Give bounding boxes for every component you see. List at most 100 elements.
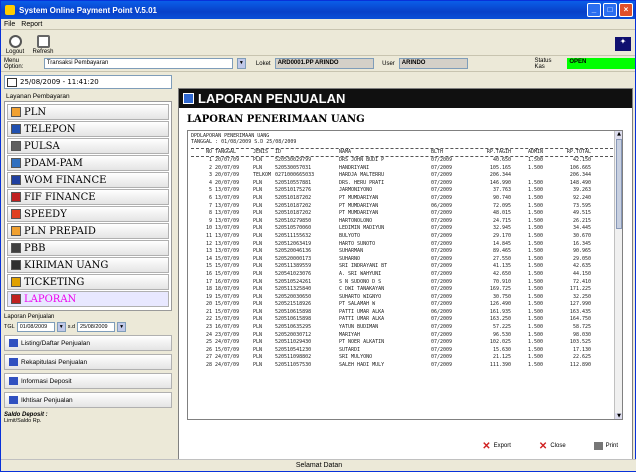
date-from-dropdown-icon[interactable]: ▼ [56, 322, 66, 332]
table-cell: PT MUMDARIYAN [339, 202, 379, 209]
layanan-title: Layanan Pembayaran [6, 93, 70, 100]
table-cell: 146.990 [489, 179, 511, 186]
sidebar-item-laporan[interactable]: LAPORAN [7, 291, 169, 307]
table-cell: 1.500 [527, 255, 543, 262]
table-row: 12 13/07/09 PLN 520512063419 HARTO SUNOTO 07/… [191, 241, 613, 249]
table-row: 19 15/07/09 PLN 520520030650 SUHARTO WIGNYO 0… [191, 294, 613, 302]
menu-report[interactable]: Report [21, 21, 42, 28]
status-kas-badge: OPEN [567, 58, 635, 69]
table-cell: 1.500 [527, 263, 543, 270]
table-cell: 24/07/09 [215, 354, 240, 361]
table-cell: 15/07/09 [215, 263, 240, 270]
print-button[interactable]: Print [588, 439, 624, 453]
sidebar-item-ticketing[interactable]: TICKETING [7, 274, 169, 290]
table-cell: 520520000173 [275, 255, 312, 262]
vertical-scrollbar[interactable]: ▲ ▼ [614, 131, 622, 419]
table-cell: MARIYAH [339, 331, 361, 338]
table-cell: A. SRI WAHYUNI [339, 270, 382, 277]
table-row: 4 20/07/09 PLN 520510557881 DRS. HERU PRATI 0… [191, 180, 613, 188]
close-label: Close [550, 443, 566, 449]
sidebar-item-pulsa[interactable]: PULSA [7, 138, 169, 154]
sidebar-item-speedy[interactable]: SPEEDY [7, 206, 169, 222]
chevron-down-icon[interactable]: ▼ [236, 58, 246, 69]
sidebar-item-label: WOM FINANCE [24, 174, 107, 186]
report-button-rekap[interactable]: Rekapitulasi Penjualan [4, 354, 172, 370]
table-cell: PLN [253, 293, 263, 300]
table-cell: 07/2009 [431, 354, 453, 361]
export-button[interactable]: ✕ Export [476, 439, 517, 453]
table-cell: 49.515 [572, 210, 591, 217]
table-cell: 89.465 [492, 248, 511, 255]
maximize-button[interactable]: □ [603, 3, 617, 17]
column-header: RP.TOTAL [566, 149, 591, 155]
column-header: TANGGAL [215, 149, 237, 155]
table-cell: 07/2009 [431, 301, 453, 308]
table-cell: SUHARNO [339, 255, 361, 262]
minimize-button[interactable]: _ [587, 3, 601, 17]
table-cell: 24 [205, 331, 212, 338]
table-cell: 169.725 [489, 286, 511, 293]
table-cell: BULYOTO [339, 232, 361, 239]
printer-icon [593, 442, 603, 450]
report-button-ikhtisar[interactable]: Ikhtisar Penjualan [4, 392, 172, 408]
date-to-dropdown-icon[interactable]: ▼ [117, 322, 127, 332]
close-window-button[interactable]: × [619, 3, 633, 17]
report-button-listing[interactable]: Listing/Daftar Penjualan [4, 335, 172, 351]
date-from-input[interactable]: 01/08/2009 [16, 322, 55, 332]
table-cell: 07/2009 [431, 293, 453, 300]
tgl-label: TGL [4, 324, 15, 330]
table-cell: 1.500 [527, 248, 543, 255]
table-cell: 1.500 [527, 194, 543, 201]
table-cell: 20 [205, 301, 212, 308]
sidebar-item-pdam-pam[interactable]: PDAM-PAM [7, 155, 169, 171]
table-row: 25 24/07/09 PLN 520511029430 PT NOER ALKATIN… [191, 339, 613, 347]
scroll-up-icon[interactable]: ▲ [615, 131, 622, 139]
sidebar-item-fif-finance[interactable]: FIF FINANCE [7, 189, 169, 205]
table-cell: 24/07/09 [215, 339, 240, 346]
scroll-down-icon[interactable]: ▼ [615, 413, 622, 419]
table-cell: 1.500 [527, 187, 543, 194]
report-button-deposit[interactable]: Informasi Deposit [4, 373, 172, 389]
pulsa-icon [11, 141, 21, 151]
close-button[interactable]: ✕ Close [533, 439, 572, 453]
table-cell: 105.165 [489, 164, 511, 171]
logout-button[interactable]: Logout [4, 35, 26, 55]
table-row: 5 13/07/09 PLN 520510175276 JARMONIYONO 07/20… [191, 187, 613, 195]
table-cell: 20/07/09 [215, 172, 240, 179]
table-cell: PLN [253, 187, 263, 194]
sidebar-item-pln[interactable]: PLN [7, 104, 169, 120]
table-cell: 29.170 [492, 232, 511, 239]
table-cell: 1.500 [527, 240, 543, 247]
sidebar-item-wom-finance[interactable]: WOM FINANCE [7, 172, 169, 188]
menu-file[interactable]: File [4, 21, 15, 28]
table-cell: JARMONIYONO [339, 187, 373, 194]
table-cell: 07/2009 [431, 346, 453, 353]
report-button-label: Ikhtisar Penjualan [21, 396, 73, 404]
option-bar: Menu Option: Transaksi Pembayaran ▼ Loke… [1, 56, 635, 72]
table-cell: 11 [205, 232, 212, 239]
table-cell: PLN [253, 263, 263, 270]
table-cell: 520520030712 [275, 331, 312, 338]
table-cell: 520510187202 [275, 194, 312, 201]
sidebar-item-telepon[interactable]: TELEPON [7, 121, 169, 137]
table-cell: 90.740 [492, 194, 511, 201]
sidebar-item-kiriman-uang[interactable]: KIRIMAN UANG [7, 257, 169, 273]
date-to-input[interactable]: 25/08/2009 [77, 322, 116, 332]
sidebar-item-pbb[interactable]: PBB [7, 240, 169, 256]
table-cell: 520511029430 [275, 339, 312, 346]
scroll-thumb[interactable] [616, 139, 622, 229]
table-cell: 20/07/09 [215, 157, 240, 163]
table-cell: 9 [208, 217, 212, 224]
datetime-box: 25/08/2009 - 11:41:20 [4, 75, 172, 89]
table-row: 2 20/07/09 PLN 520530057031 HANDRIYANI 07/200… [191, 165, 613, 173]
menu-option-select[interactable]: Transaksi Pembayaran [43, 58, 233, 69]
table-row: 26 15/07/09 PLN 520510541230 SUTARDI 07/2009 1… [191, 347, 613, 355]
sidebar-item-label: TICKETING [24, 276, 85, 288]
table-cell: 13/07/09 [215, 240, 240, 247]
sidebar-item-pln-prepaid[interactable]: PLN PREPAID [7, 223, 169, 239]
refresh-button[interactable]: Refresh [32, 35, 54, 55]
column-header: ADMIN [527, 149, 543, 155]
report-viewer[interactable]: DPDLAPORAN PENERIMAAN UANG TANGGAL : 01/… [187, 130, 623, 420]
table-cell: 07/2009 [431, 232, 453, 239]
table-cell: PATTI UMAR ALKA [339, 316, 385, 323]
